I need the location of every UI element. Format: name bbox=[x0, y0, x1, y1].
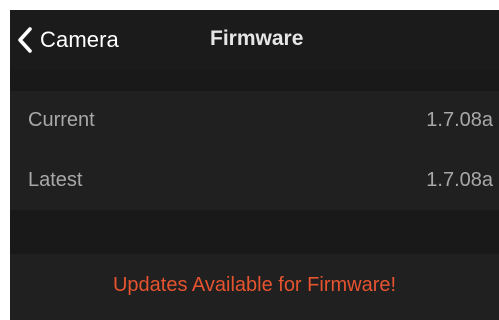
latest-version-label: Latest bbox=[28, 169, 83, 191]
update-firmware-button[interactable]: Updates Available for Firmware! bbox=[10, 254, 499, 320]
chevron-left-icon bbox=[16, 26, 36, 54]
back-button[interactable]: Camera bbox=[16, 22, 119, 58]
current-version-value: 1.7.08a bbox=[426, 109, 493, 131]
latest-version-row: Latest 1.7.08a bbox=[10, 151, 499, 210]
update-available-label: Updates Available for Firmware! bbox=[112, 274, 397, 296]
firmware-info-group: Current 1.7.08a Latest 1.7.08a bbox=[10, 91, 499, 210]
latest-version-value: 1.7.08a bbox=[426, 169, 493, 191]
navigation-bar: Camera Firmware bbox=[10, 10, 499, 70]
current-version-label: Current bbox=[28, 109, 95, 131]
page-title: Firmware bbox=[210, 27, 304, 50]
firmware-screen: Camera Firmware Current 1.7.08a Latest 1… bbox=[10, 10, 499, 320]
back-button-label: Camera bbox=[40, 27, 119, 52]
current-version-row: Current 1.7.08a bbox=[10, 91, 499, 150]
